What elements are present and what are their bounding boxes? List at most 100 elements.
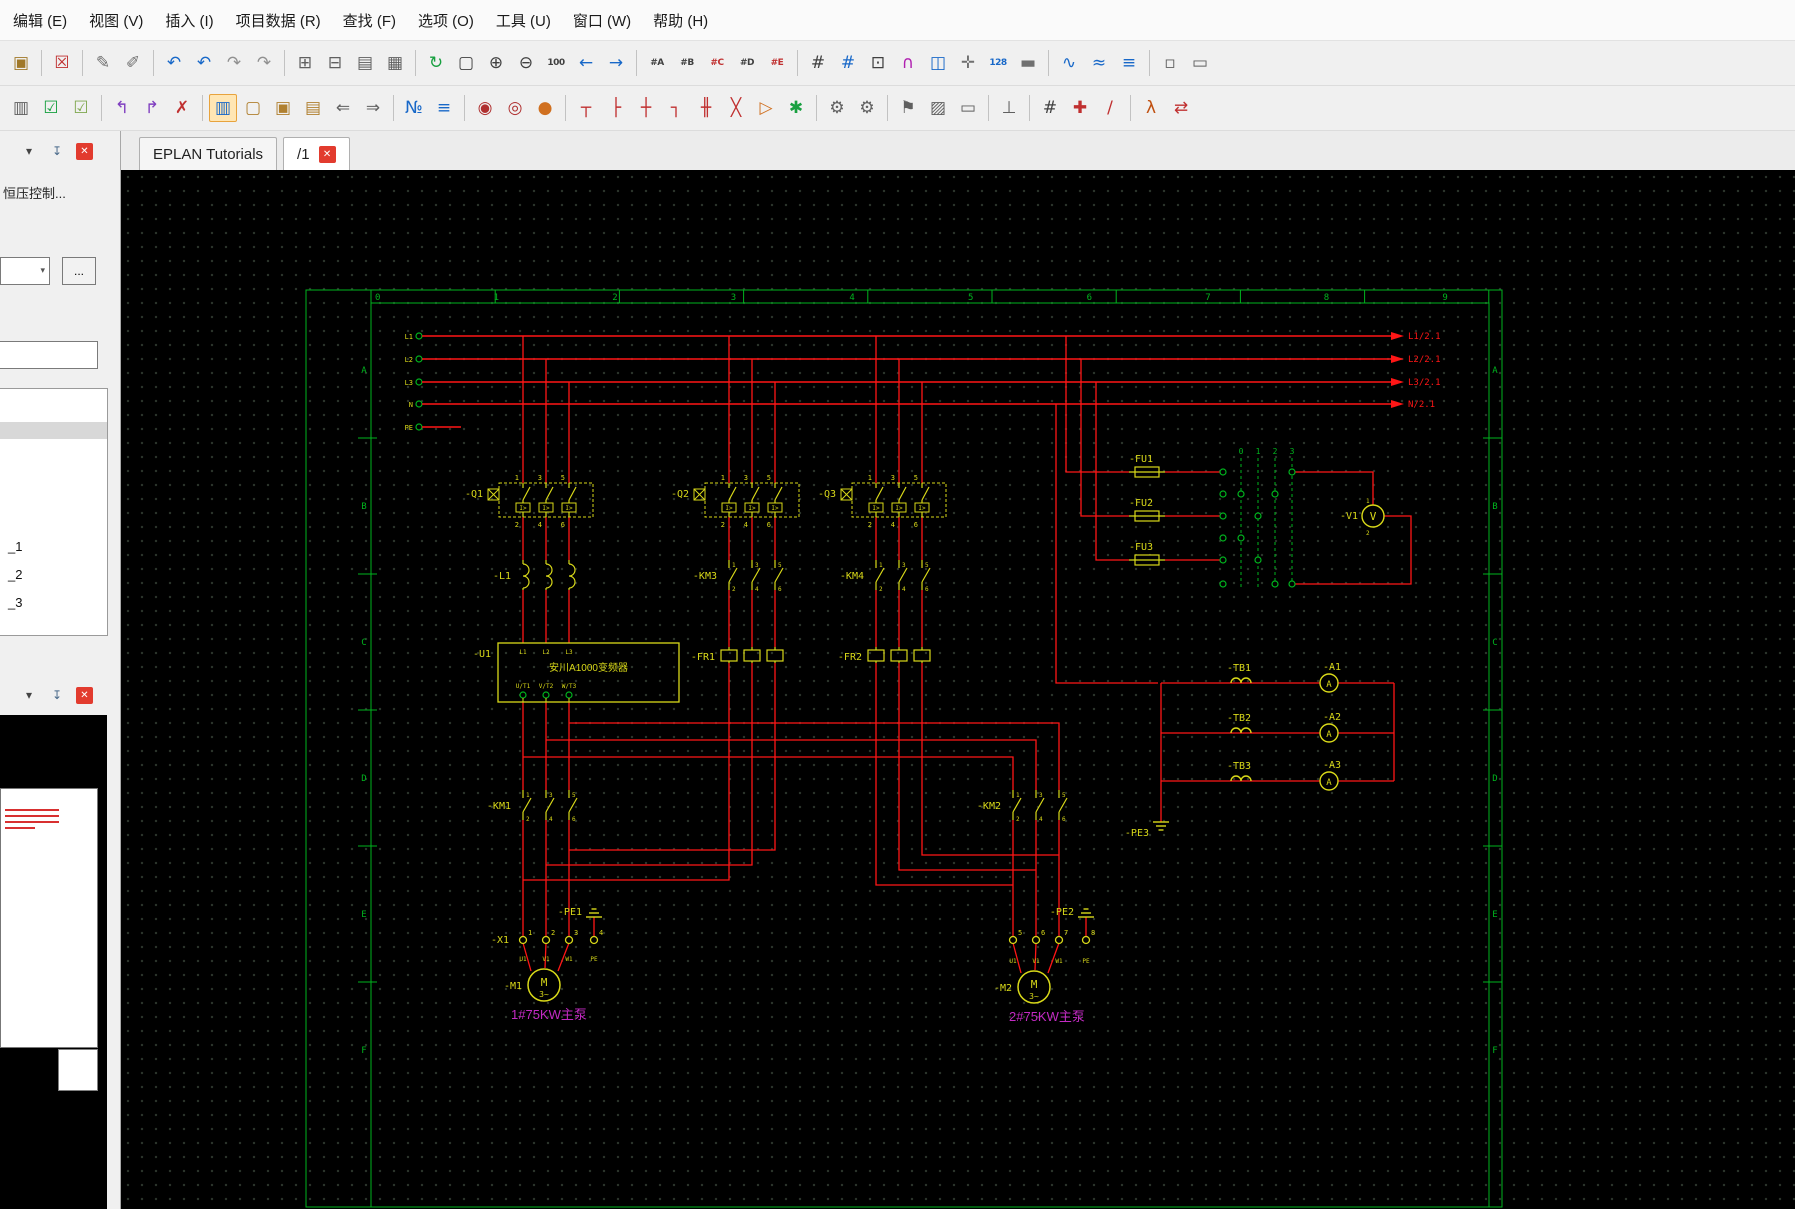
renumber-devices-icon[interactable]: ≡ xyxy=(430,94,458,122)
connection-break-icon[interactable]: ╳ xyxy=(722,94,750,122)
potential-definition-icon[interactable]: ✱ xyxy=(782,94,810,122)
list-item[interactable]: _2 xyxy=(8,567,22,582)
list-item[interactable]: _1 xyxy=(8,539,22,554)
grid-e-icon[interactable]: #E xyxy=(763,49,791,77)
redo-icon[interactable]: ↷ xyxy=(220,49,248,77)
tab-close-icon[interactable]: ✕ xyxy=(318,145,336,163)
redo-list-icon[interactable]: ↷ xyxy=(250,49,278,77)
next-view-icon[interactable]: → xyxy=(602,49,630,77)
number-pages-icon[interactable]: № xyxy=(400,94,428,122)
list-selection[interactable] xyxy=(0,422,107,439)
goto-graphic-icon[interactable]: ↱ xyxy=(138,94,166,122)
align-to-grid-icon[interactable]: ⊡ xyxy=(864,49,892,77)
graphic-chart-icon[interactable]: ◫ xyxy=(924,49,952,77)
more-button[interactable]: ... xyxy=(62,257,96,285)
text-size-128-icon[interactable]: 128 xyxy=(984,49,1012,77)
filter-combo[interactable]: ▾ xyxy=(0,257,50,285)
insert-slash-icon[interactable]: / xyxy=(1096,94,1124,122)
menu-edit[interactable]: 编辑 (E) xyxy=(2,10,78,31)
grid-c-icon[interactable]: #C xyxy=(703,49,731,77)
schematic-canvas[interactable]: 0 1 2 3 4 5 6 7 8 9 A A B B C C D D E E F F L1 L1/2.1 L2 L2/2.1 L3… xyxy=(121,170,1795,1209)
insert-device-icon[interactable]: ◉ xyxy=(471,94,499,122)
signal-tracking-icon[interactable]: ≈ xyxy=(1085,49,1113,77)
chevron-down-icon[interactable]: ▾ xyxy=(20,686,38,704)
grid-d-icon[interactable]: #D xyxy=(733,49,761,77)
undo-list-icon[interactable]: ↶ xyxy=(190,49,218,77)
page-navigator-icon[interactable]: ▥ xyxy=(209,94,237,122)
select-remove-icon[interactable]: ✗ xyxy=(168,94,196,122)
swap-direction-icon[interactable]: ⇄ xyxy=(1167,94,1195,122)
insert-window-macro-icon[interactable]: ⊞ xyxy=(291,49,319,77)
snap-to-grid-icon[interactable]: # xyxy=(834,49,862,77)
new-page-icon[interactable]: ▢ xyxy=(239,94,267,122)
zoom-100-icon[interactable]: 100 xyxy=(542,49,570,77)
menu-utilities[interactable]: 工具 (U) xyxy=(485,10,562,31)
goto-counterpart-icon[interactable]: ↰ xyxy=(108,94,136,122)
undo-icon[interactable]: ↶ xyxy=(160,49,188,77)
pin-icon[interactable]: ↧ xyxy=(48,686,66,704)
previous-view-icon[interactable]: ← xyxy=(572,49,600,77)
project-settings-icon[interactable]: ⚙ xyxy=(853,94,881,122)
device-check-icon[interactable]: ☑ xyxy=(37,94,65,122)
insert-curve-icon[interactable]: λ xyxy=(1137,94,1165,122)
export-page-icon[interactable]: ⇒ xyxy=(359,94,387,122)
menu-insert[interactable]: 插入 (I) xyxy=(154,10,224,31)
ruler-icon[interactable]: ▬ xyxy=(1014,49,1042,77)
sidebar-list[interactable]: _1 _2 _3 xyxy=(0,388,108,636)
press-tool-icon[interactable]: ⊥ xyxy=(995,94,1023,122)
interruption-point-icon[interactable]: ▷ xyxy=(752,94,780,122)
format-brush-icon[interactable]: ✎ xyxy=(89,49,117,77)
insert-symbol-macro-icon[interactable]: ⊟ xyxy=(321,49,349,77)
menu-window[interactable]: 窗口 (W) xyxy=(562,10,642,31)
dimension-icon[interactable]: ✛ xyxy=(954,49,982,77)
logic-snap-icon[interactable]: ∩ xyxy=(894,49,922,77)
grid-toggle-icon[interactable]: # xyxy=(804,49,832,77)
connection-symbol-t-icon[interactable]: ┬ xyxy=(572,94,600,122)
import-page-icon[interactable]: ⇐ xyxy=(329,94,357,122)
tab-project[interactable]: EPLAN Tutorials xyxy=(139,137,278,170)
connection-symbol-cross-icon[interactable]: ┼ xyxy=(632,94,660,122)
zoom-window-icon[interactable]: ▢ xyxy=(452,49,480,77)
connection-symbol-tee-icon[interactable]: ├ xyxy=(602,94,630,122)
delete-placeholder-icon[interactable]: ☒ xyxy=(48,49,76,77)
page-properties-icon[interactable]: ▤ xyxy=(299,94,327,122)
insert-region-icon[interactable]: ▭ xyxy=(954,94,982,122)
insert-plug-icon[interactable]: ● xyxy=(531,94,559,122)
update-connections-icon[interactable]: ↻ xyxy=(422,49,450,77)
schematic-svg[interactable]: 0 1 2 3 4 5 6 7 8 9 A A B B C C D D E E F F L1 L1/2.1 L2 L2/2.1 L3… xyxy=(121,170,1795,1209)
device-check-offline-icon[interactable]: ☑ xyxy=(67,94,95,122)
insert-hatch-icon[interactable]: ▨ xyxy=(924,94,952,122)
list-item[interactable]: _3 xyxy=(8,595,22,610)
page-macro-icon[interactable]: ▣ xyxy=(269,94,297,122)
pin-icon[interactable]: ↧ xyxy=(48,142,66,160)
menu-help[interactable]: 帮助 (H) xyxy=(642,10,719,31)
insert-flag-icon[interactable]: ⚑ xyxy=(894,94,922,122)
connection-symbol-double-icon[interactable]: ╫ xyxy=(692,94,720,122)
menu-find[interactable]: 查找 (F) xyxy=(332,10,407,31)
grid-a-icon[interactable]: #A xyxy=(643,49,671,77)
device-settings-icon[interactable]: ⚙ xyxy=(823,94,851,122)
chevron-down-icon[interactable]: ▾ xyxy=(20,142,38,160)
menu-options[interactable]: 选项 (O) xyxy=(407,10,485,31)
grid-b-icon[interactable]: #B xyxy=(673,49,701,77)
placeholder-a-icon[interactable]: ▫ xyxy=(1156,49,1184,77)
preview-page[interactable] xyxy=(0,788,98,1048)
menu-view[interactable]: 视图 (V) xyxy=(78,10,154,31)
close-icon[interactable]: ✕ xyxy=(76,142,93,160)
format-copy-icon[interactable]: ✐ xyxy=(119,49,147,77)
connection-symbol-corner-icon[interactable]: ┐ xyxy=(662,94,690,122)
insert-plus-icon[interactable]: ✚ xyxy=(1066,94,1094,122)
close-icon[interactable]: ✕ xyxy=(76,686,93,704)
tab-page-1[interactable]: /1 ✕ xyxy=(283,137,350,170)
placeholder-b-icon[interactable]: ▭ xyxy=(1186,49,1214,77)
menu-project-data[interactable]: 项目数据 (R) xyxy=(225,10,332,31)
value-field[interactable] xyxy=(0,341,98,369)
signal-grid-icon[interactable]: ≡ xyxy=(1115,49,1143,77)
insert-grid-icon[interactable]: # xyxy=(1036,94,1064,122)
insert-terminal-icon[interactable]: ◎ xyxy=(501,94,529,122)
zoom-in-icon[interactable]: ⊕ xyxy=(482,49,510,77)
part-selection-icon[interactable]: ▥ xyxy=(7,94,35,122)
zoom-out-icon[interactable]: ⊖ xyxy=(512,49,540,77)
insert-page-macro-icon[interactable]: ▤ xyxy=(351,49,379,77)
insert-table-icon[interactable]: ▦ xyxy=(381,49,409,77)
